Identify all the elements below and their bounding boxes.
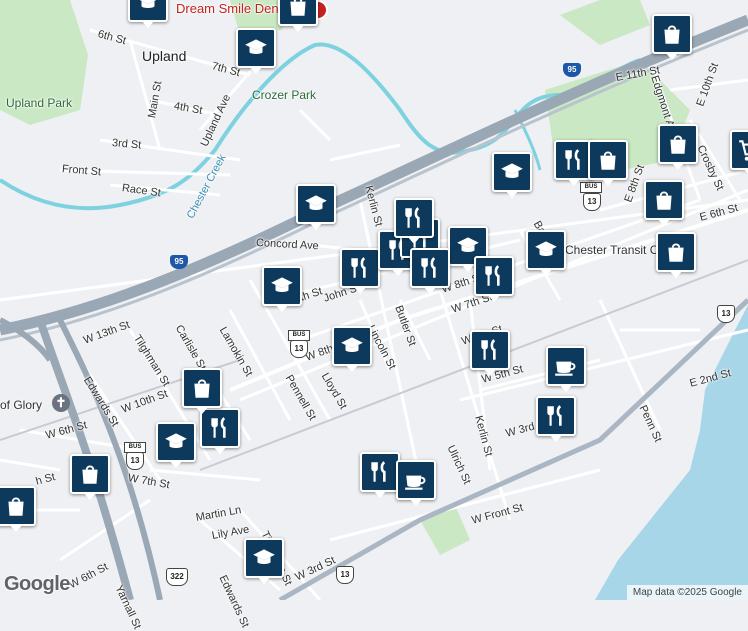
us-route-shield: 13 <box>290 340 308 358</box>
street-label: 3rd St <box>111 137 142 152</box>
place-label-of-glory[interactable]: of Glory <box>0 398 42 412</box>
school-icon[interactable] <box>492 152 532 198</box>
school-icon[interactable] <box>332 326 372 372</box>
us-route-shield: 322 <box>166 568 188 586</box>
park-label-crozer-park: Crozer Park <box>252 88 317 102</box>
restaurant-icon[interactable] <box>360 452 400 498</box>
business-route-tag: BUS <box>124 442 146 453</box>
us-route-shield: 13 <box>336 566 354 584</box>
business-route-tag: BUS <box>580 182 602 193</box>
restaurant-icon[interactable] <box>470 330 510 376</box>
restaurant-icon[interactable] <box>474 256 514 302</box>
restaurant-icon[interactable] <box>200 408 240 454</box>
restaurant-icon[interactable] <box>340 248 380 294</box>
school-icon[interactable] <box>526 230 566 276</box>
school-icon[interactable] <box>296 184 336 230</box>
interstate-shield: 95 <box>563 63 581 77</box>
restaurant-icon[interactable] <box>536 396 576 442</box>
shopping-bag-icon[interactable] <box>0 486 36 532</box>
school-icon[interactable] <box>156 422 196 468</box>
coffee-icon[interactable] <box>396 460 436 506</box>
shopping-bag-icon[interactable] <box>652 14 692 60</box>
church-icon[interactable]: ✝ <box>52 394 70 412</box>
map-canvas[interactable] <box>0 0 748 600</box>
us-route-shield: 13 <box>583 193 601 211</box>
school-icon[interactable] <box>244 538 284 584</box>
shopping-bag-icon[interactable] <box>278 0 318 32</box>
google-logo: Google <box>4 573 70 595</box>
school-icon[interactable] <box>128 0 168 28</box>
park-area <box>560 0 650 45</box>
shopping-bag-icon[interactable] <box>658 124 698 170</box>
restaurant-icon[interactable] <box>410 248 450 294</box>
shopping-cart-icon[interactable] <box>730 130 748 176</box>
shopping-bag-icon[interactable] <box>588 140 628 186</box>
shopping-bag-icon[interactable] <box>644 180 684 226</box>
business-route-tag: BUS <box>288 330 310 341</box>
town-label-upland: Upland <box>142 48 187 64</box>
school-icon[interactable] <box>236 28 276 74</box>
shopping-bag-icon[interactable] <box>656 232 696 278</box>
place-label-dream-smile[interactable]: Dream Smile Dent <box>176 1 282 16</box>
park-label-upland-park: Upland Park <box>6 96 73 110</box>
park-area <box>420 505 470 555</box>
us-route-shield: 13 <box>126 452 144 470</box>
shopping-bag-icon[interactable] <box>70 454 110 500</box>
us-route-shield: 13 <box>717 305 735 323</box>
shopping-bag-icon[interactable] <box>182 368 222 414</box>
coffee-icon[interactable] <box>546 346 586 392</box>
restaurant-icon[interactable] <box>394 198 434 244</box>
school-icon[interactable] <box>262 266 302 312</box>
interstate-shield: 95 <box>170 255 188 269</box>
map-attribution[interactable]: Map data ©2025 Google <box>626 585 748 600</box>
